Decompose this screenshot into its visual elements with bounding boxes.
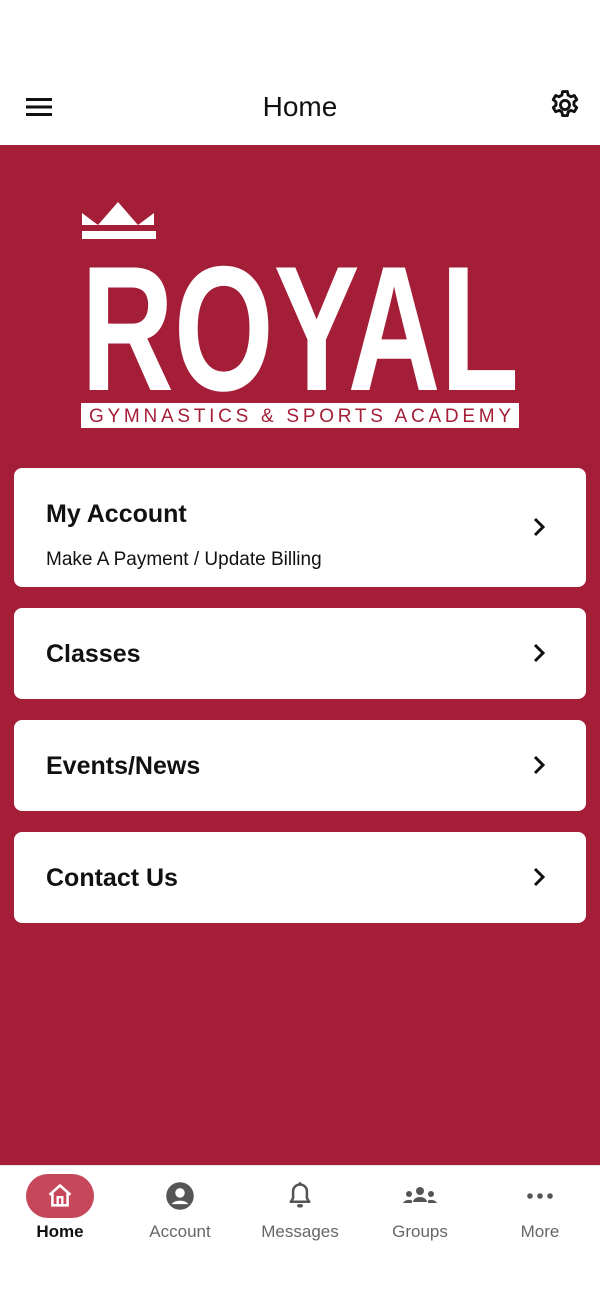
tab-label: Home	[36, 1222, 84, 1241]
tab-more[interactable]: More	[480, 1166, 600, 1256]
card-title: My Account	[46, 500, 187, 528]
page-title: Home	[262, 90, 338, 122]
gear-icon[interactable]	[548, 88, 582, 122]
contact-us-card[interactable]: Contact Us	[14, 832, 586, 923]
active-tab-indicator	[26, 1174, 94, 1218]
card-title: Events/News	[46, 752, 201, 780]
tab-groups[interactable]: Groups	[360, 1166, 480, 1256]
groups-icon	[403, 1187, 437, 1203]
tab-label: Messages	[261, 1222, 339, 1241]
chevron-right-icon	[533, 643, 546, 663]
logo-wordmark: ROYAL	[81, 229, 519, 428]
more-icon	[527, 1193, 553, 1199]
hamburger-menu-icon[interactable]	[22, 92, 56, 122]
chevron-right-icon	[533, 755, 546, 775]
tab-label: More	[520, 1222, 560, 1241]
bottom-tab-bar: Home Account Messages Groups More	[0, 1165, 600, 1298]
chevron-right-icon	[533, 517, 546, 537]
events-news-card[interactable]: Events/News	[14, 720, 586, 811]
chevron-right-icon	[533, 867, 546, 887]
tab-messages[interactable]: Messages	[240, 1166, 360, 1256]
home-content: ROYAL GYMNASTICS & SPORTS ACADEMY My Acc…	[0, 145, 600, 1165]
tab-home[interactable]: Home	[0, 1166, 120, 1256]
classes-card[interactable]: Classes	[14, 608, 586, 699]
account-icon	[166, 1182, 194, 1210]
tab-account[interactable]: Account	[120, 1166, 240, 1256]
card-title: Classes	[46, 640, 141, 668]
royal-logo: ROYAL GYMNASTICS & SPORTS ACADEMY	[81, 202, 519, 428]
tab-label: Groups	[392, 1222, 448, 1241]
my-account-card[interactable]: My Account Make A Payment / Update Billi…	[14, 468, 586, 587]
card-subtitle: Make A Payment / Update Billing	[46, 549, 322, 570]
status-bar-area	[0, 0, 600, 68]
tab-label: Account	[149, 1222, 211, 1241]
app-header: Home	[0, 68, 600, 145]
card-title: Contact Us	[46, 864, 178, 892]
home-icon	[48, 1184, 72, 1207]
bell-icon	[289, 1182, 311, 1208]
